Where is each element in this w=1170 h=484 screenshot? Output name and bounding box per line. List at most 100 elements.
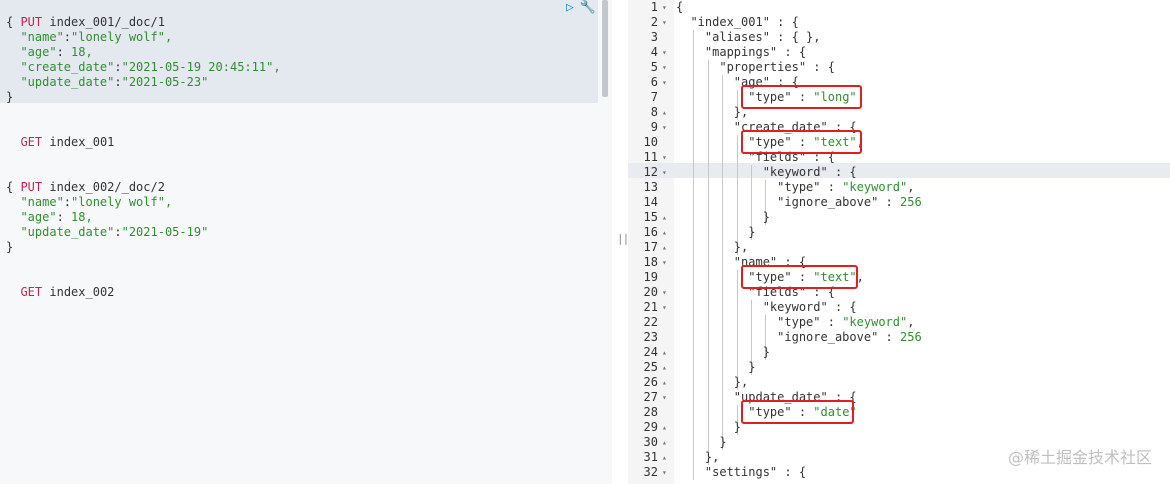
- response-line: "keyword" : {: [762, 300, 857, 314]
- fold-toggle-icon[interactable]: ▾: [662, 300, 667, 315]
- http-method: PUT: [20, 15, 43, 29]
- line-number: 30: [643, 435, 658, 449]
- response-line: "type" : "keyword",: [777, 180, 915, 194]
- line-number: 20: [643, 285, 658, 299]
- request-line[interactable]: PUT index_001/_doc/1: [6, 0, 165, 29]
- editor-scrollbar[interactable]: [602, 0, 608, 97]
- line-number: 26: [643, 375, 658, 389]
- fold-end-icon[interactable]: ▴: [662, 210, 667, 225]
- fold-toggle-icon[interactable]: ▾: [662, 390, 667, 405]
- wrench-icon[interactable]: 🔧: [580, 0, 596, 15]
- json-value: "lonely wolf",: [71, 195, 173, 209]
- line-number: 14: [643, 195, 658, 209]
- line-number: 19: [643, 270, 658, 284]
- line-number: 21: [643, 300, 658, 314]
- response-line: }: [676, 210, 770, 224]
- line-number: 27: [643, 390, 658, 404]
- fold-toggle-icon[interactable]: ▾: [662, 60, 667, 75]
- line-number: 1: [650, 0, 658, 14]
- fold-toggle-icon[interactable]: ▾: [662, 465, 667, 480]
- response-line: "mappings" : {: [704, 45, 807, 59]
- fold-toggle-icon[interactable]: ▾: [662, 165, 667, 180]
- line-number: 18: [643, 255, 658, 269]
- response-line: }: [676, 420, 742, 434]
- request-line[interactable]: GET index_001: [6, 120, 114, 149]
- json-key: "update_date": [6, 225, 115, 239]
- line-number: 23: [643, 330, 658, 344]
- json-key: "name": [6, 30, 64, 44]
- json-value: "2021-05-19 20:45:11",: [121, 60, 281, 74]
- response-line: }: [676, 360, 756, 374]
- line-number: 16: [643, 225, 658, 239]
- json-field: "create_date":"2021-05-19 20:45:11",: [6, 60, 281, 74]
- line-number: 25: [643, 360, 658, 374]
- highlight-box-age-type: [741, 85, 862, 109]
- fold-end-icon[interactable]: ▴: [662, 225, 667, 240]
- json-key: "update_date": [6, 75, 115, 89]
- fold-toggle-icon[interactable]: ▾: [662, 285, 667, 300]
- response-line: "settings" : {: [704, 465, 807, 479]
- line-number: 9: [650, 120, 658, 134]
- json-brace: {: [6, 15, 14, 29]
- json-value: "2021-05-19": [121, 225, 209, 239]
- response-line: "index_001" : {: [690, 15, 799, 29]
- line-number: 24: [643, 345, 658, 359]
- fold-end-icon[interactable]: ▴: [662, 360, 667, 375]
- response-line: {: [676, 0, 684, 14]
- json-key: "create_date": [6, 60, 115, 74]
- line-number: 13: [643, 180, 658, 194]
- fold-toggle-icon[interactable]: ▾: [662, 75, 667, 90]
- line-number: 12: [643, 165, 658, 179]
- response-line: "properties" : {: [719, 60, 835, 74]
- watermark: @稀土掘金技术社区: [1007, 448, 1152, 467]
- json-field: "update_date":"2021-05-23": [6, 75, 209, 89]
- line-number: 10: [643, 135, 658, 149]
- json-field: "update_date":"2021-05-19": [6, 225, 209, 239]
- fold-end-icon[interactable]: ▴: [662, 105, 667, 120]
- drag-handle-icon[interactable]: ||: [617, 232, 629, 245]
- fold-toggle-icon[interactable]: ▾: [662, 120, 667, 135]
- json-brace: }: [6, 240, 14, 254]
- fold-toggle-icon[interactable]: ▾: [662, 150, 667, 165]
- fold-end-icon[interactable]: ▴: [662, 375, 667, 390]
- response-line: },: [676, 105, 749, 119]
- json-field: "age": 18,: [6, 45, 93, 59]
- fold-toggle-icon[interactable]: ▾: [662, 255, 667, 270]
- fold-end-icon[interactable]: ▴: [662, 345, 667, 360]
- line-number: 17: [643, 240, 658, 254]
- json-value: 18,: [63, 45, 93, 59]
- request-path: index_001: [42, 135, 115, 149]
- response-line: },: [676, 450, 720, 464]
- fold-end-icon[interactable]: ▴: [662, 435, 667, 450]
- fold-end-icon[interactable]: ▴: [662, 420, 667, 435]
- json-value: "2021-05-23": [121, 75, 209, 89]
- response-line: }: [676, 345, 770, 359]
- fold-toggle-icon[interactable]: ▾: [662, 0, 667, 15]
- fold-toggle-icon[interactable]: ▾: [662, 15, 667, 30]
- json-brace: }: [6, 90, 14, 104]
- line-number: 2: [650, 15, 658, 29]
- json-value: "lonely wolf",: [71, 30, 173, 44]
- request-line[interactable]: GET index_002: [6, 270, 114, 299]
- response-line: }: [676, 435, 727, 449]
- response-line: },: [676, 375, 749, 389]
- fold-toggle-icon[interactable]: ▾: [662, 45, 667, 60]
- fold-end-icon[interactable]: ▴: [662, 240, 667, 255]
- request-line[interactable]: PUT index_002/_doc/2: [6, 165, 165, 194]
- line-number: 28: [643, 405, 658, 419]
- highlight-box-create-date-type: [741, 130, 862, 154]
- request-path: index_002/_doc/2: [42, 180, 165, 194]
- line-number: 29: [643, 420, 658, 434]
- response-line: "type" : "keyword",: [777, 315, 915, 329]
- response-line: "ignore_above" : 256: [777, 195, 922, 209]
- line-number: 6: [650, 75, 658, 89]
- response-line: "aliases" : { },: [704, 30, 821, 44]
- json-key: "age": [6, 210, 57, 224]
- fold-end-icon[interactable]: ▴: [662, 450, 667, 465]
- line-number: 32: [643, 465, 658, 479]
- highlight-box-update-date-type: [741, 400, 854, 424]
- line-number: 8: [650, 105, 658, 119]
- http-method: PUT: [20, 180, 43, 194]
- line-number: 31: [643, 450, 658, 464]
- play-icon[interactable]: ▷: [566, 0, 574, 15]
